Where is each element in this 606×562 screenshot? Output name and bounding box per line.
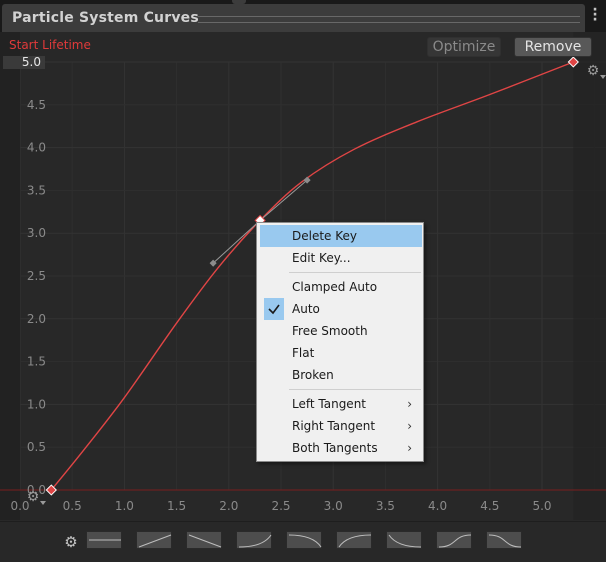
- chevron-right-icon: ›: [407, 441, 412, 455]
- menu-item-left-tangent[interactable]: Left Tangent ›: [260, 393, 422, 415]
- x-tick-label: 4.0: [428, 499, 447, 513]
- x-tick-label: 2.5: [271, 499, 290, 513]
- x-tick-label: 3.5: [376, 499, 395, 513]
- tangent-line: [212, 219, 261, 264]
- y-max-field[interactable]: 5.0: [3, 56, 45, 69]
- preset-ease-in-down[interactable]: [386, 531, 422, 549]
- preset-linear-up[interactable]: [136, 531, 172, 549]
- menu-item-label: Flat: [292, 346, 315, 360]
- tab-bar: Particle System Curves · · ·: [0, 0, 606, 32]
- y-tick-label: 4.0: [27, 141, 46, 155]
- x-tick-label: 0.5: [63, 499, 82, 513]
- menu-item-auto[interactable]: Auto: [260, 298, 422, 320]
- menu-item-label: Auto: [292, 302, 320, 316]
- y-tick-label: 4.5: [27, 98, 46, 112]
- preset-ease-in-out-down[interactable]: [486, 531, 522, 549]
- x-tick-label: 2.0: [219, 499, 238, 513]
- preset-constant[interactable]: [86, 531, 122, 549]
- preset-ease-in[interactable]: [236, 531, 272, 549]
- menu-item-label: Edit Key...: [292, 251, 351, 265]
- gear-icon[interactable]: ⚙: [63, 534, 79, 550]
- kebab-menu-icon[interactable]: · · ·: [588, 3, 602, 28]
- menu-item-flat[interactable]: Flat: [260, 342, 422, 364]
- y-tick-label: 3.0: [27, 226, 46, 240]
- menu-item-both-tangents[interactable]: Both Tangents ›: [260, 437, 422, 459]
- x-tick-label: 5.0: [532, 499, 551, 513]
- checkmark-icon: [264, 298, 284, 320]
- preset-ease-in-out[interactable]: [436, 531, 472, 549]
- menu-item-edit-key[interactable]: Edit Key...: [260, 247, 422, 269]
- window-tab[interactable]: Particle System Curves: [2, 4, 585, 32]
- menu-item-broken[interactable]: Broken: [260, 364, 422, 386]
- menu-item-right-tangent[interactable]: Right Tangent ›: [260, 415, 422, 437]
- out-of-range-left: [0, 32, 20, 520]
- menu-separator: [289, 389, 421, 390]
- preset-ease-out-down[interactable]: [286, 531, 322, 549]
- menu-item-label: Free Smooth: [292, 324, 368, 338]
- out-of-range-right: [573, 32, 606, 520]
- y-tick-label: 0.5: [27, 440, 46, 454]
- x-tick-label: 1.5: [167, 499, 186, 513]
- remove-button[interactable]: Remove: [514, 37, 592, 57]
- x-tick-label: 3.0: [324, 499, 343, 513]
- context-menu: Delete Key Edit Key... Clamped Auto Auto Fre…: [256, 222, 424, 462]
- menu-item-free-smooth[interactable]: Free Smooth: [260, 320, 422, 342]
- menu-item-clamped-auto[interactable]: Clamped Auto: [260, 276, 422, 298]
- gear-icon[interactable]: ⚙: [25, 489, 46, 505]
- y-tick-label: 1.5: [27, 355, 46, 369]
- chevron-right-icon: ›: [407, 419, 412, 433]
- tab-notch: [232, 0, 246, 4]
- preset-ease-out[interactable]: [336, 531, 372, 549]
- particle-curves-window: Particle System Curves · · · 0.0 0.5 1.0 1.5 2…: [0, 0, 606, 562]
- x-tick-label: 4.5: [480, 499, 499, 513]
- y-tick-label: 2.5: [27, 269, 46, 283]
- menu-separator: [289, 272, 421, 273]
- drag-grip[interactable]: [198, 16, 580, 23]
- preset-linear-down[interactable]: [186, 531, 222, 549]
- menu-item-label: Broken: [292, 368, 334, 382]
- y-tick-label: 2.0: [27, 312, 46, 326]
- y-tick-label: 1.0: [27, 397, 46, 411]
- menu-item-label: Right Tangent: [292, 419, 376, 433]
- menu-item-delete-key[interactable]: Delete Key: [260, 225, 422, 247]
- menu-item-label: Left Tangent: [292, 397, 367, 411]
- menu-item-label: Both Tangents: [292, 441, 378, 455]
- gear-icon[interactable]: ⚙: [585, 63, 606, 79]
- menu-item-label: Clamped Auto: [292, 280, 378, 294]
- curve-name-label[interactable]: Start Lifetime: [9, 38, 91, 52]
- tangent-line: [259, 179, 308, 221]
- optimize-button[interactable]: Optimize: [427, 37, 501, 57]
- x-tick-label: 1.0: [115, 499, 134, 513]
- menu-item-label: Delete Key: [292, 229, 357, 243]
- chevron-right-icon: ›: [407, 397, 412, 411]
- y-tick-label: 3.5: [27, 183, 46, 197]
- window-title: Particle System Curves: [12, 10, 199, 26]
